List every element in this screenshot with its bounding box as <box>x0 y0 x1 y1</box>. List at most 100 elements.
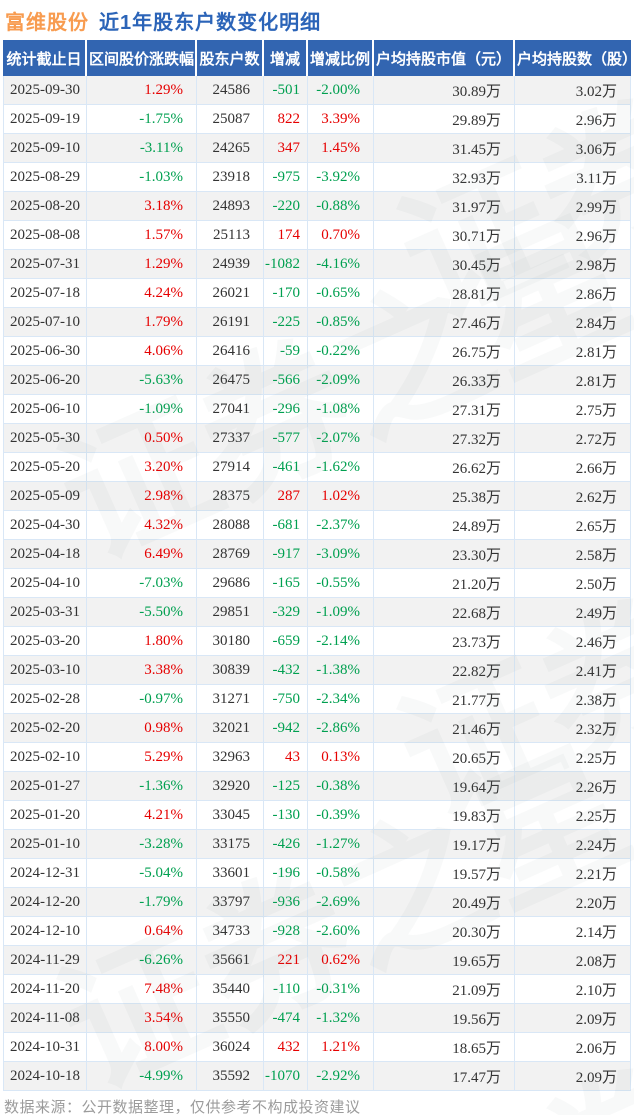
cell-holders: 33045 <box>197 801 264 830</box>
cell-date: 2025-07-10 <box>3 308 87 337</box>
table-row: 2025-01-27 -1.36% 32920 -125 -0.38% 19.64万 2.2… <box>3 772 631 801</box>
cell-price-change: -1.09% <box>87 395 197 424</box>
cell-delta: -577 <box>264 424 308 453</box>
cell-delta-pct: -4.16% <box>308 250 374 279</box>
cell-delta-pct: -0.22% <box>308 337 374 366</box>
cell-date: 2025-04-30 <box>3 511 87 540</box>
cell-holders: 28769 <box>197 540 264 569</box>
cell-avg-value: 23.73万 <box>374 627 515 656</box>
cell-holders: 26021 <box>197 279 264 308</box>
cell-date: 2025-09-10 <box>3 134 87 163</box>
cell-avg-shares: 2.86万 <box>515 279 631 308</box>
cell-delta-pct: -0.85% <box>308 308 374 337</box>
cell-delta: -196 <box>264 859 308 888</box>
cell-holders: 34733 <box>197 917 264 946</box>
cell-avg-value: 17.47万 <box>374 1062 515 1091</box>
cell-price-change: 1.29% <box>87 76 197 105</box>
cell-delta-pct: -3.92% <box>308 163 374 192</box>
cell-delta: -975 <box>264 163 308 192</box>
table-row: 2024-11-20 7.48% 35440 -110 -0.31% 21.09万 2.10… <box>3 975 631 1004</box>
cell-delta-pct: 1.02% <box>308 482 374 511</box>
table-row: 2025-05-30 0.50% 27337 -577 -2.07% 27.32万 2.72… <box>3 424 631 453</box>
cell-holders: 27914 <box>197 453 264 482</box>
cell-price-change: -1.75% <box>87 105 197 134</box>
cell-delta: 43 <box>264 743 308 772</box>
cell-avg-shares: 2.14万 <box>515 917 631 946</box>
cell-date: 2025-02-20 <box>3 714 87 743</box>
cell-avg-value: 24.89万 <box>374 511 515 540</box>
table-row: 2025-05-09 2.98% 28375 287 1.02% 25.38万 2.62万 <box>3 482 631 511</box>
cell-delta-pct: 1.21% <box>308 1033 374 1062</box>
cell-delta: 822 <box>264 105 308 134</box>
cell-holders: 32963 <box>197 743 264 772</box>
cell-delta: -432 <box>264 656 308 685</box>
cell-holders: 29851 <box>197 598 264 627</box>
cell-price-change: -4.99% <box>87 1062 197 1091</box>
cell-holders: 24939 <box>197 250 264 279</box>
cell-holders: 23918 <box>197 163 264 192</box>
cell-delta-pct: -1.38% <box>308 656 374 685</box>
cell-avg-shares: 2.81万 <box>515 337 631 366</box>
table-header-row: 统计截止日 区间股价涨跌幅 股东户数 增减 增减比例 户均持股市值（元） 户均持… <box>3 40 631 76</box>
cell-date: 2025-06-10 <box>3 395 87 424</box>
table-row: 2025-07-31 1.29% 24939 -1082 -4.16% 30.45万 2.9… <box>3 250 631 279</box>
cell-price-change: 3.20% <box>87 453 197 482</box>
cell-avg-value: 27.32万 <box>374 424 515 453</box>
cell-date: 2025-05-20 <box>3 453 87 482</box>
cell-date: 2025-08-20 <box>3 192 87 221</box>
cell-price-change: 3.18% <box>87 192 197 221</box>
table-body: 2025-09-30 1.29% 24586 -501 -2.00% 30.89万 3.02… <box>3 76 631 1091</box>
cell-price-change: -3.28% <box>87 830 197 859</box>
cell-avg-value: 32.93万 <box>374 163 515 192</box>
cell-avg-shares: 2.25万 <box>515 743 631 772</box>
cell-date: 2025-06-20 <box>3 366 87 395</box>
cell-price-change: 3.54% <box>87 1004 197 1033</box>
cell-delta: -501 <box>264 76 308 105</box>
cell-date: 2025-09-30 <box>3 76 87 105</box>
table-row: 2025-06-30 4.06% 26416 -59 -0.22% 26.75万 2.81万 <box>3 337 631 366</box>
table-row: 2024-11-08 3.54% 35550 -474 -1.32% 19.56万 2.09… <box>3 1004 631 1033</box>
cell-holders: 35550 <box>197 1004 264 1033</box>
cell-price-change: 0.50% <box>87 424 197 453</box>
cell-holders: 26416 <box>197 337 264 366</box>
cell-price-change: 1.79% <box>87 308 197 337</box>
cell-avg-value: 21.09万 <box>374 975 515 1004</box>
cell-holders: 31271 <box>197 685 264 714</box>
col-header-avg-shares: 户均持股数（股） <box>515 40 631 76</box>
cell-avg-value: 21.77万 <box>374 685 515 714</box>
cell-delta-pct: 0.62% <box>308 946 374 975</box>
cell-avg-shares: 2.99万 <box>515 192 631 221</box>
cell-price-change: 1.80% <box>87 627 197 656</box>
cell-avg-shares: 2.24万 <box>515 830 631 859</box>
table-row: 2025-04-30 4.32% 28088 -681 -2.37% 24.89万 2.65… <box>3 511 631 540</box>
cell-delta-pct: -1.09% <box>308 598 374 627</box>
table-row: 2025-03-10 3.38% 30839 -432 -1.38% 22.82万 2.41… <box>3 656 631 685</box>
cell-delta-pct: -0.31% <box>308 975 374 1004</box>
cell-price-change: -1.79% <box>87 888 197 917</box>
cell-avg-value: 22.82万 <box>374 656 515 685</box>
cell-holders: 35661 <box>197 946 264 975</box>
cell-avg-value: 20.49万 <box>374 888 515 917</box>
cell-avg-value: 20.65万 <box>374 743 515 772</box>
table-row: 2025-01-20 4.21% 33045 -130 -0.39% 19.83万 2.25… <box>3 801 631 830</box>
cell-avg-shares: 2.26万 <box>515 772 631 801</box>
cell-holders: 30839 <box>197 656 264 685</box>
cell-avg-shares: 2.75万 <box>515 395 631 424</box>
cell-avg-value: 23.30万 <box>374 540 515 569</box>
table-row: 2025-03-20 1.80% 30180 -659 -2.14% 23.73万 2.46… <box>3 627 631 656</box>
cell-avg-shares: 3.02万 <box>515 76 631 105</box>
cell-delta: -942 <box>264 714 308 743</box>
table-row: 2024-12-31 -5.04% 33601 -196 -0.58% 19.57万 2.2… <box>3 859 631 888</box>
cell-avg-shares: 2.96万 <box>515 105 631 134</box>
cell-avg-value: 29.89万 <box>374 105 515 134</box>
cell-price-change: 3.38% <box>87 656 197 685</box>
cell-delta: 287 <box>264 482 308 511</box>
cell-delta-pct: -2.00% <box>308 76 374 105</box>
cell-avg-value: 22.68万 <box>374 598 515 627</box>
col-header-delta-pct: 增减比例 <box>308 40 374 76</box>
cell-date: 2025-03-10 <box>3 656 87 685</box>
cell-delta-pct: -2.07% <box>308 424 374 453</box>
cell-avg-shares: 2.84万 <box>515 308 631 337</box>
cell-holders: 28088 <box>197 511 264 540</box>
cell-avg-shares: 2.46万 <box>515 627 631 656</box>
